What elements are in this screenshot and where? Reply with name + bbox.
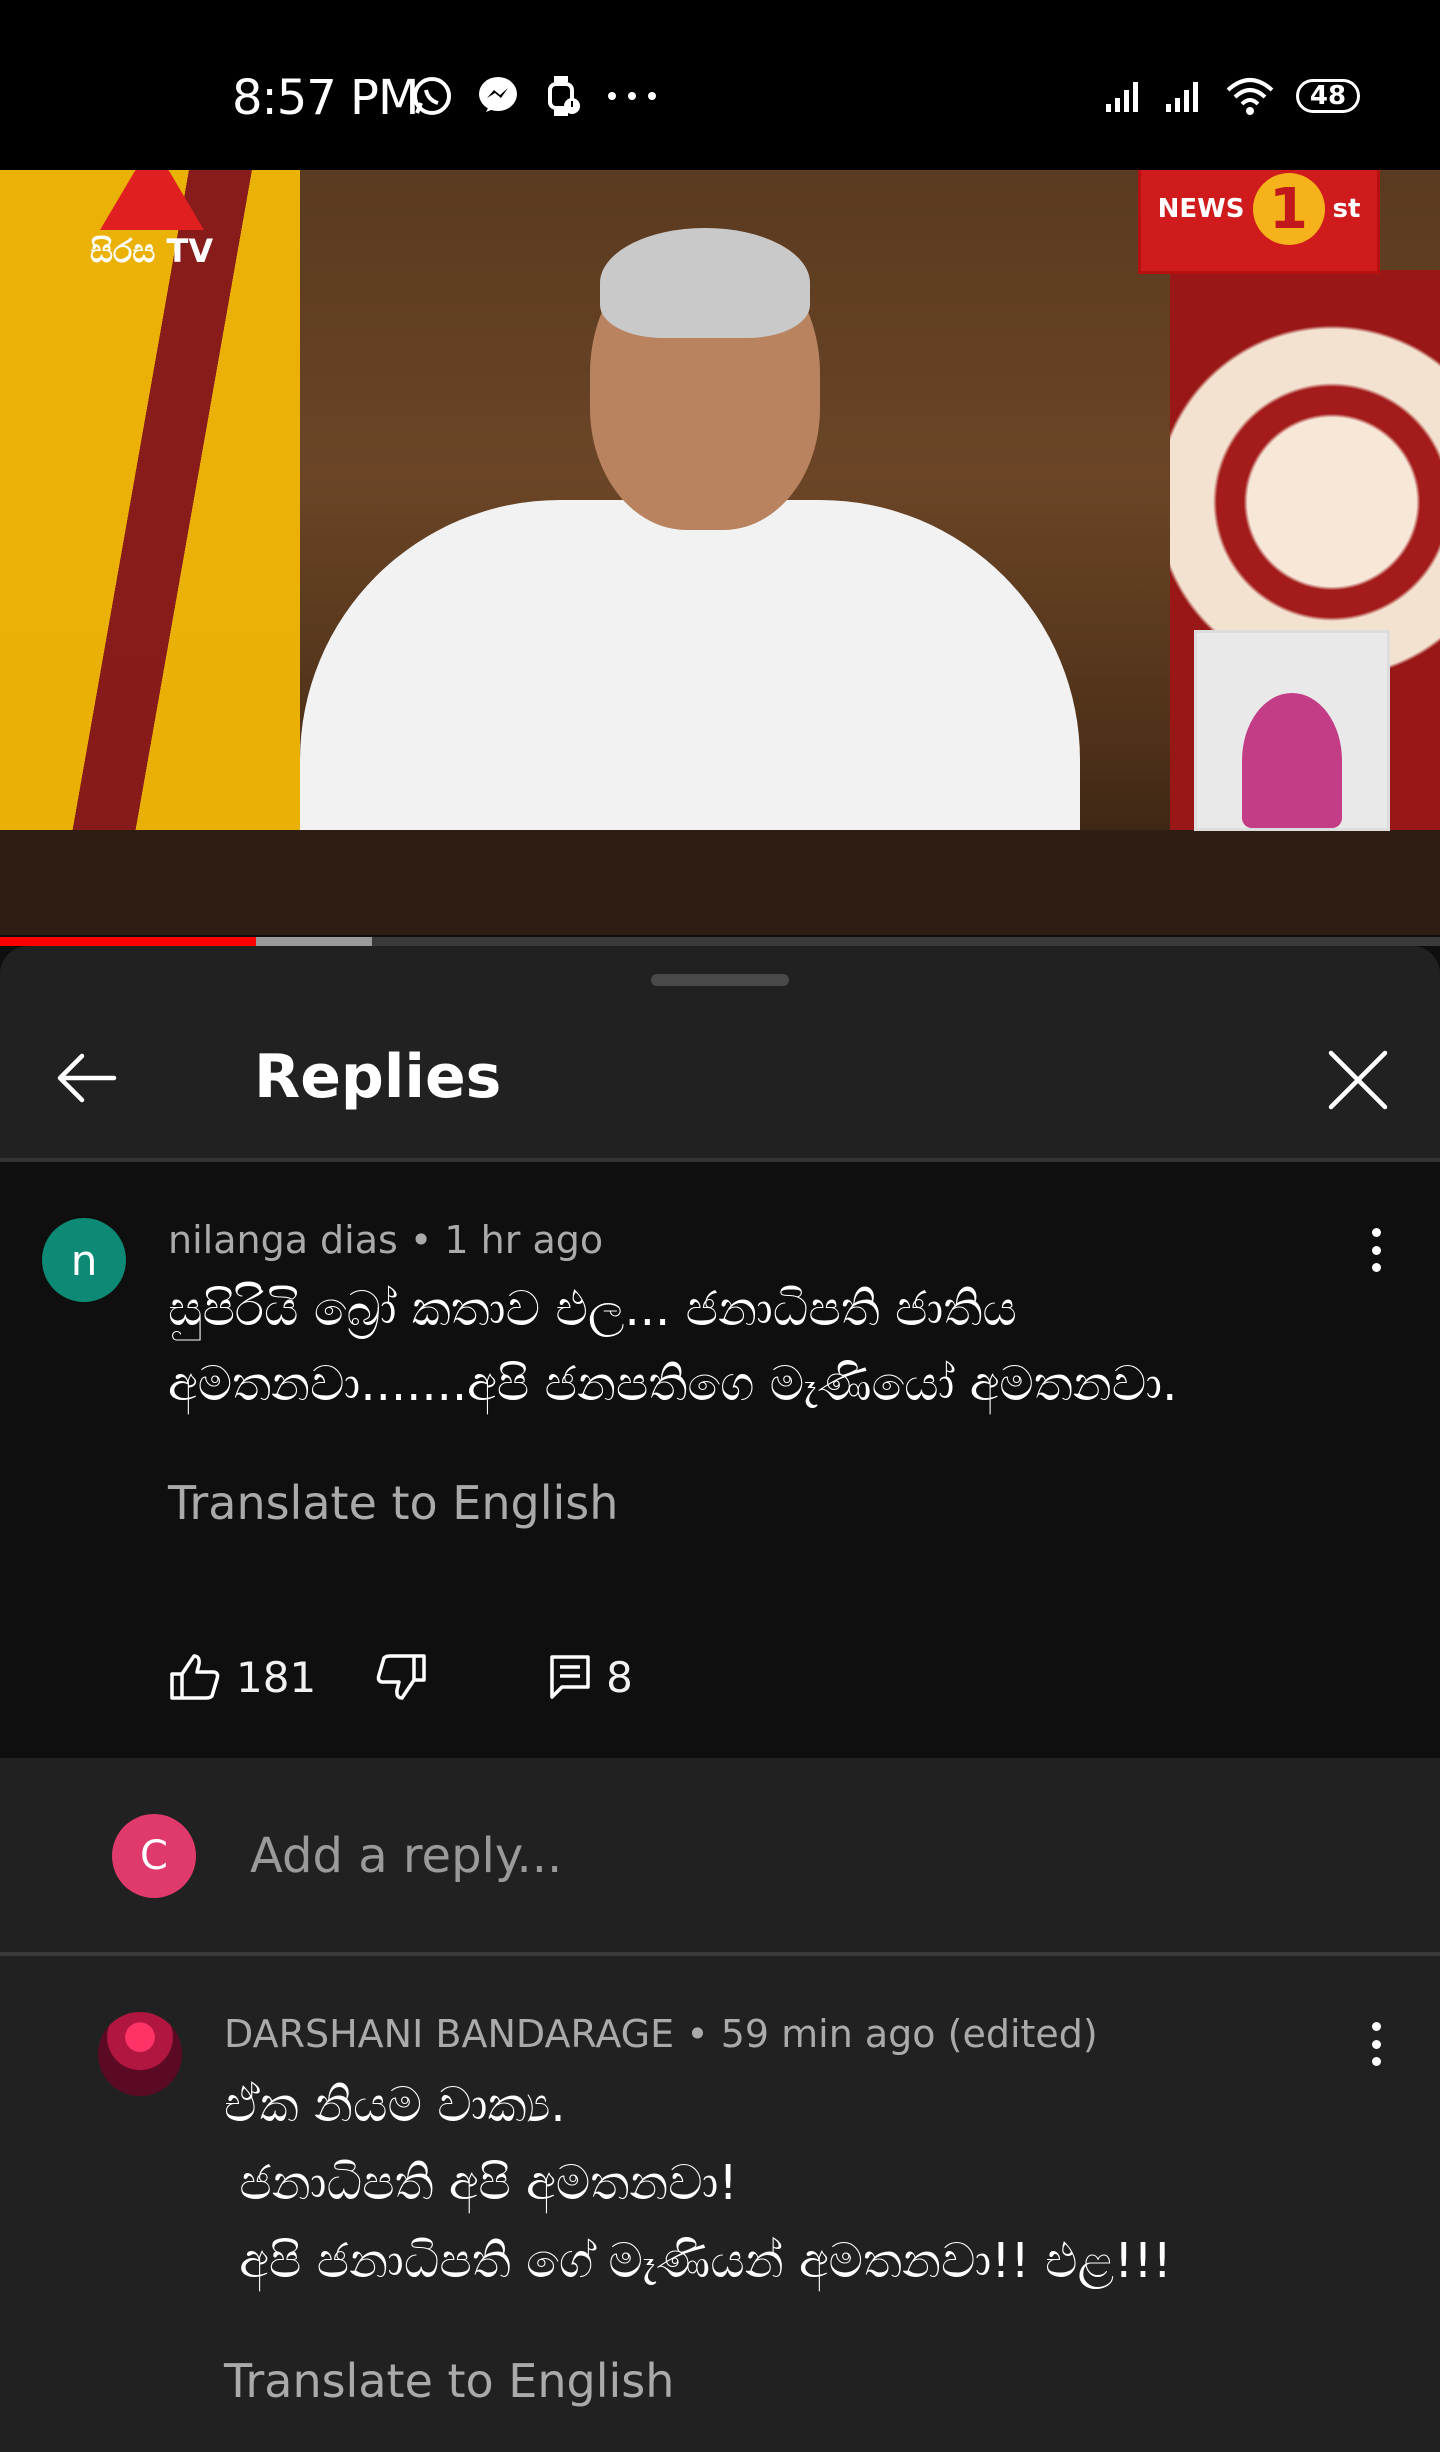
like-count: 181 [236,1652,317,1702]
comment-author[interactable]: nilanga dias [168,1218,398,1262]
reply-input[interactable] [250,1820,1350,1892]
close-icon [1328,1050,1388,1110]
user-avatar: C [112,1814,196,1898]
sign-language-inset [1194,630,1390,831]
meta-separator: • [409,1218,445,1262]
arrow-back-icon [57,1053,117,1103]
comment-time: 1 hr ago [444,1218,604,1262]
flag-left [0,170,300,850]
battery-indicator: 48 [1296,79,1360,113]
video-player[interactable]: සිරස TV NEWS 1 st [0,170,1440,935]
wifi-icon [1226,78,1274,115]
reply-composer: C [0,1758,1440,1952]
comment-actions: 181 8 [168,1642,633,1712]
system-icons: 48 [1104,76,1360,116]
comment-menu-button[interactable] [1356,1220,1396,1280]
comment-time: 59 min ago (edited) [720,2012,1098,2056]
sheet-title: Replies [254,1042,502,1112]
translate-button[interactable]: Translate to English [168,1476,618,1530]
comment-author[interactable]: DARSHANI BANDARAGE [224,2012,674,2056]
replies-sheet-header: Replies [0,946,1440,1158]
comment-meta: nilanga dias • 1 hr ago [168,1218,603,1262]
signal-icon-2 [1166,82,1198,112]
comment-text: ඒක නියම වාක්‍ය. ජනාධිපති අපි අමතනවා! අපි… [224,2077,1172,2289]
parent-comment: n nilanga dias • 1 hr ago සුපිරියි බ්‍රෝ… [0,1162,1440,1758]
video-progress-bar[interactable] [0,937,1440,946]
status-bar: 8:57 PM 48 [0,0,1440,170]
notification-icons [410,74,660,118]
avatar[interactable] [98,2012,182,2096]
signal-icon [1106,82,1138,112]
channel-logo-text: සිරස TV [90,232,214,270]
dislike-button[interactable] [374,1652,428,1702]
status-time: 8:57 PM [232,70,419,126]
translate-button[interactable]: Translate to English [224,2354,674,2408]
desk [0,830,1440,935]
news-badge-number: 1 [1252,173,1325,245]
avatar[interactable]: n [42,1218,126,1302]
comment-meta: DARSHANI BANDARAGE • 59 min ago (edited) [224,2012,1098,2056]
reply-count: 8 [606,1652,633,1702]
comment-text: සුපිරියි බ්‍රෝ කතාව එල... ජනාධිපති ජාතිය… [168,1281,1178,1412]
whatsapp-icon [413,77,451,115]
replies-button[interactable]: 8 [548,1653,633,1702]
comment-icon [550,1655,590,1699]
news-first-badge: NEWS 1 st [1138,170,1380,274]
news-badge-right: st [1332,194,1361,224]
speaker-hair [600,228,810,338]
channel-logo-icon [100,170,204,230]
news-badge-left: NEWS [1157,194,1245,224]
close-button[interactable] [1320,1042,1396,1118]
more-notifications-icon [608,92,656,100]
comment-menu-button[interactable] [1356,2014,1396,2074]
sign-interpreter [1242,693,1342,828]
messenger-icon [479,77,517,112]
watch-alert-icon [548,76,580,116]
meta-separator: • [686,2012,721,2056]
like-button[interactable]: 181 [168,1652,316,1702]
back-button[interactable] [50,1042,122,1114]
progress-played [0,937,257,946]
reply-comment: DARSHANI BANDARAGE • 59 min ago (edited)… [0,1956,1440,2452]
drag-handle[interactable] [651,974,789,986]
thumb-up-icon [170,1654,220,1700]
thumb-down-icon [376,1654,426,1700]
